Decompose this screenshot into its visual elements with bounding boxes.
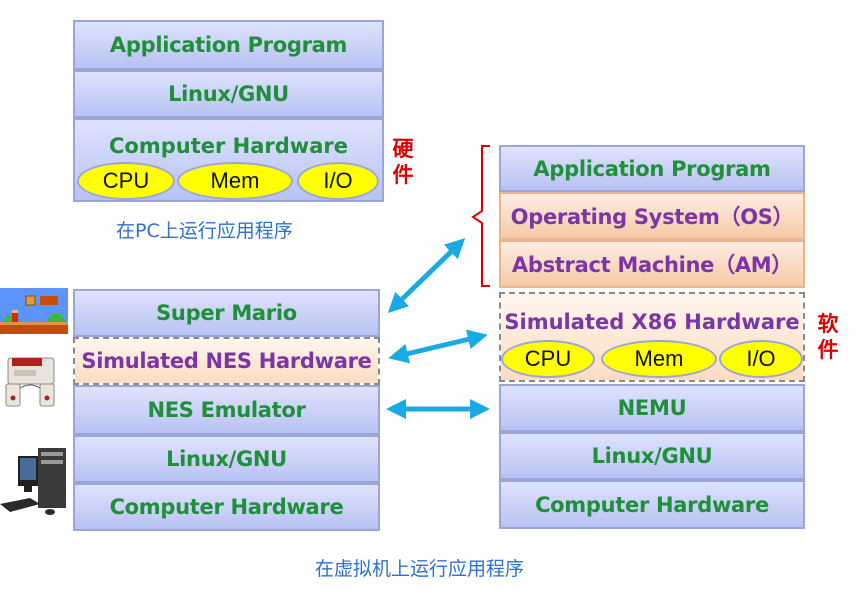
nes-console-icon [5, 357, 55, 407]
software-bracket [471, 145, 490, 287]
desktop-computer-icon [0, 448, 66, 515]
arrow-nes-hw-to-x86-hw [388, 329, 488, 364]
arrow-mario-to-app [387, 238, 466, 313]
diagram-overlay [0, 145, 490, 515]
mario-game-icon [0, 288, 68, 334]
